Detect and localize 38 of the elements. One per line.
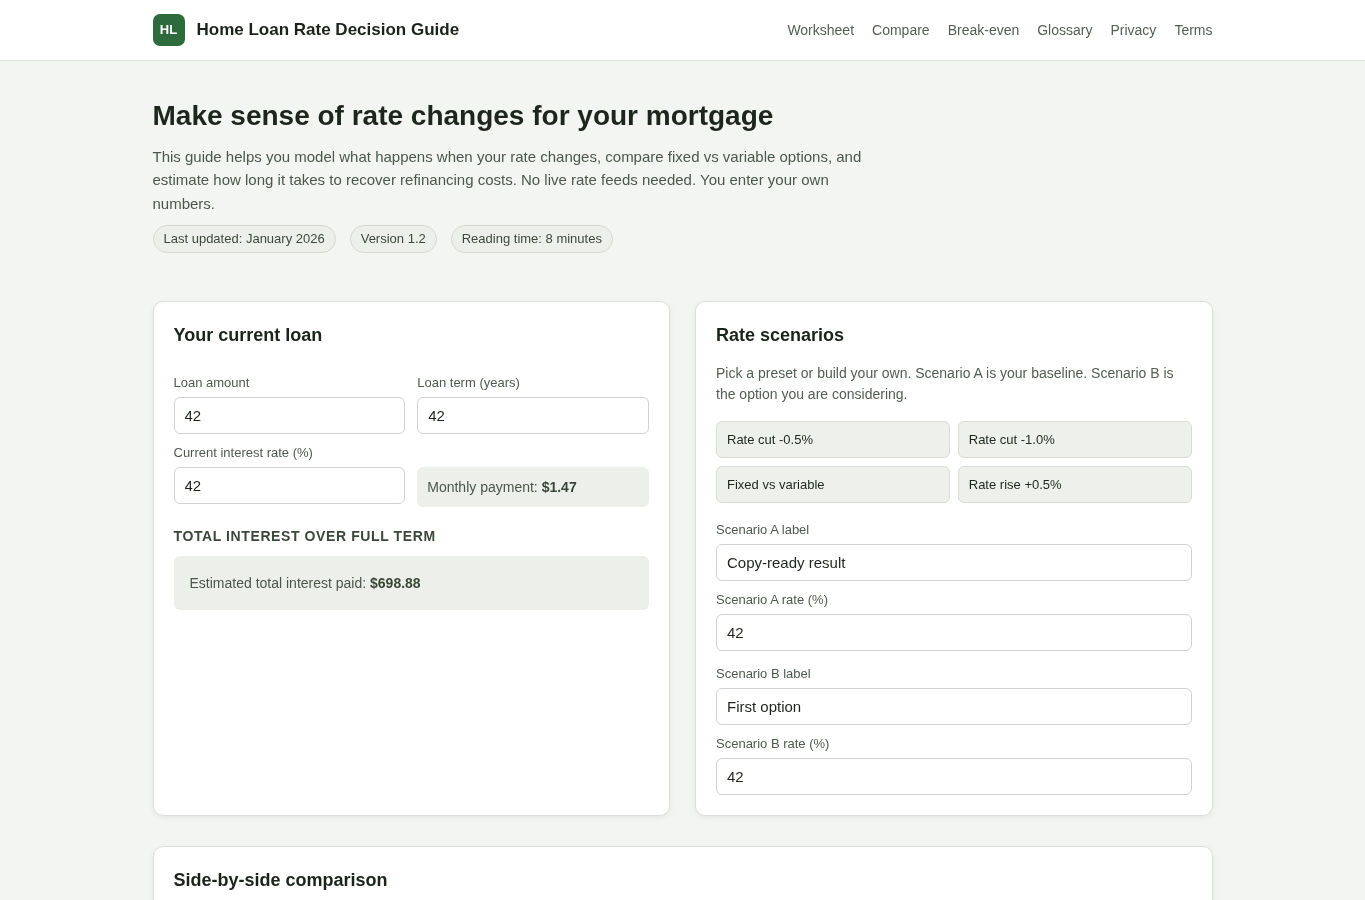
- nav-link[interactable]: Terms: [1174, 19, 1213, 41]
- section-heading: TOTAL INTEREST OVER FULL TERM: [173, 528, 437, 546]
- field-label: Current interest rate (%): [173, 445, 314, 462]
- site-title: Home Loan Rate Decision Guide: [196, 19, 460, 42]
- field-label: Scenario A rate (%): [716, 592, 829, 609]
- input-field[interactable]: 42: [417, 397, 649, 435]
- card-title: Rate scenarios: [716, 324, 846, 347]
- nav-link[interactable]: Break-even: [947, 19, 1020, 41]
- field-label: Loan amount: [173, 375, 251, 392]
- info-chip: Reading time: 8 minutes: [450, 225, 613, 254]
- field-label: Scenario A label: [716, 522, 811, 539]
- input-field[interactable]: Copy-ready result: [716, 544, 1192, 582]
- nav-link[interactable]: Worksheet: [787, 19, 855, 41]
- field-label: Scenario B label: [716, 666, 812, 683]
- info-chip: Last updated: January 2026: [152, 225, 336, 254]
- preset-button[interactable]: Rate rise +0.5%: [957, 466, 1192, 504]
- monthly-payment-summary: Monthly payment: $1.47: [417, 467, 649, 508]
- input-field[interactable]: First option: [716, 688, 1192, 726]
- nav-link[interactable]: Privacy: [1110, 19, 1157, 41]
- field-label: Loan term (years): [417, 375, 521, 392]
- preset-button[interactable]: Rate cut -0.5%: [716, 421, 950, 459]
- intro-text: This guide helps you model what happens when your rate changes, compare fixed vs variable options, and estimate how long it takes to recover refinancing costs. No live rate feeds needed. You enter your own numbers.: [152, 146, 863, 214]
- input-field[interactable]: 42: [716, 758, 1192, 796]
- nav-link[interactable]: Compare: [872, 19, 930, 41]
- logo: HL: [152, 14, 185, 46]
- preset-button[interactable]: Rate cut -1.0%: [957, 421, 1192, 459]
- input-field[interactable]: 42: [173, 397, 406, 435]
- total-interest-summary: Estimated total interest paid: $698.88: [173, 556, 649, 611]
- input-field[interactable]: 42: [716, 614, 1192, 652]
- info-chip: Version 1.2: [349, 225, 437, 254]
- field-label: Scenario B rate (%): [716, 736, 831, 753]
- page-title: Make sense of rate changes for your mortgage: [152, 99, 775, 133]
- card-title: Your current loan: [173, 324, 324, 347]
- card-description: Pick a preset or build your own. Scenario A is your baseline. Scenario B is the option you are considering.: [716, 364, 1175, 405]
- nav-link[interactable]: Glossary: [1037, 19, 1093, 41]
- card-title: Side-by-side comparison: [173, 869, 389, 892]
- input-field[interactable]: 42: [173, 467, 406, 505]
- preset-button[interactable]: Fixed vs variable: [716, 466, 950, 504]
